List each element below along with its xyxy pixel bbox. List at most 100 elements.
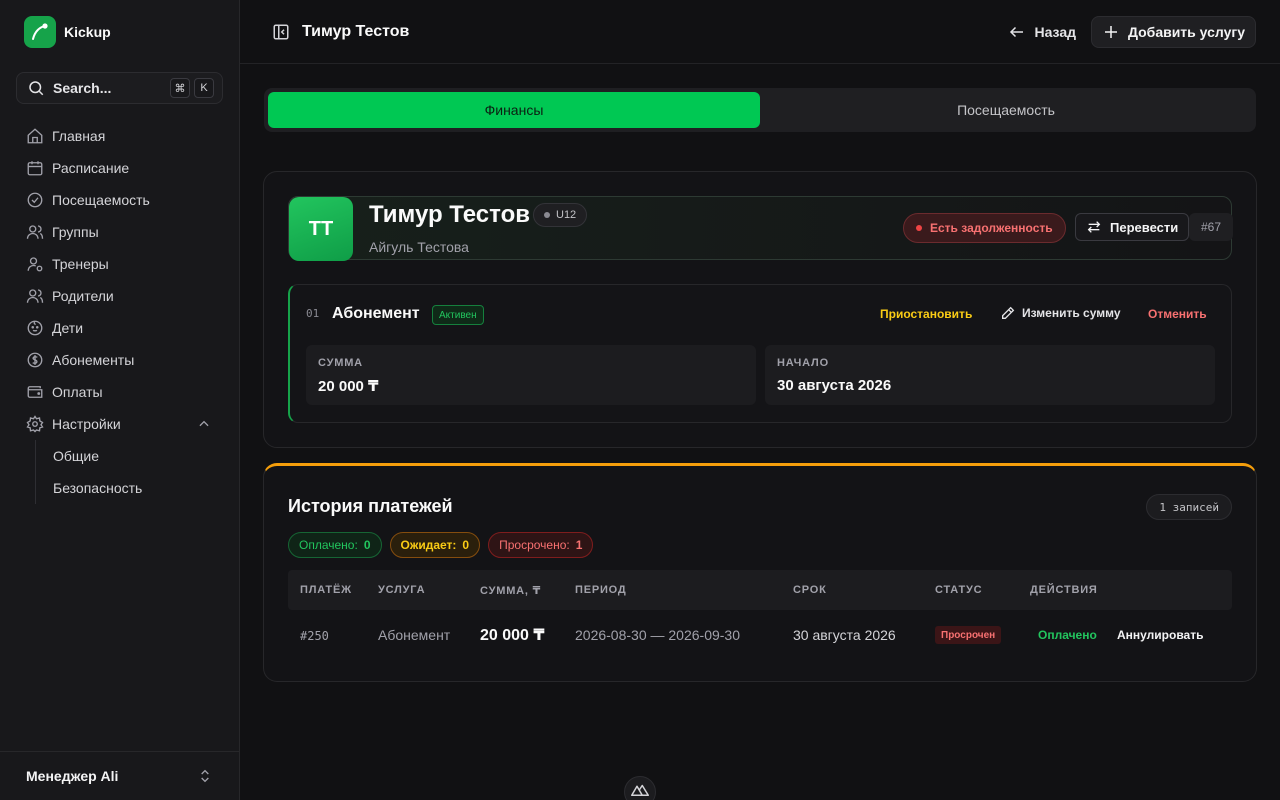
payment-history-card: История платежей 1 записей Оплачено: 0 О… xyxy=(263,463,1257,682)
settings-subnav: Общие Безопасность xyxy=(35,440,223,504)
amount-field: СУММА 20 000 ₸ xyxy=(306,345,756,405)
start-field: НАЧАЛО 30 августа 2026 xyxy=(765,345,1215,405)
parent-name: Айгуль Тестова xyxy=(369,239,469,255)
payment-id: #250 xyxy=(300,629,329,643)
sidebar: Kickup Search... ⌘ K Главная Расписание … xyxy=(0,0,240,800)
sidebar-item-settings[interactable]: Настройки xyxy=(16,408,223,440)
arrows-swap-icon xyxy=(1087,221,1101,233)
overdue-value: 1 xyxy=(575,538,583,552)
column-header: СРОК xyxy=(793,584,827,596)
amount-value: 20 000 ₸ xyxy=(318,378,379,395)
sidebar-item-label: Дети xyxy=(52,320,84,336)
shortcut-key-cmd: ⌘ xyxy=(170,78,190,98)
add-service-button[interactable]: Добавить услугу xyxy=(1090,16,1256,48)
table-row: #250 Абонемент 20 000 ₸ 2026-08-30 — 202… xyxy=(288,610,1232,660)
column-header: УСЛУГА xyxy=(378,584,426,596)
column-header: ДЕЙСТВИЯ xyxy=(1030,584,1098,596)
subscription-index: 01 xyxy=(306,307,320,320)
sidebar-item-schedule[interactable]: Расписание xyxy=(16,152,223,184)
user-menu[interactable]: Менеджер Ali xyxy=(0,751,239,800)
sidebar-item-label: Родители xyxy=(52,288,114,304)
user-name: Менеджер Ali xyxy=(26,768,119,784)
sidebar-subitem-security[interactable]: Безопасность xyxy=(53,472,223,504)
student-name: Тимур Тестов xyxy=(369,201,530,228)
arrow-left-icon xyxy=(1010,26,1024,38)
pending-value: 0 xyxy=(462,538,470,552)
status-badge: Просрочен xyxy=(935,626,1002,644)
add-service-label: Добавить услугу xyxy=(1127,24,1245,40)
mark-paid-button[interactable]: Оплачено xyxy=(1038,628,1097,642)
subscription-name: Абонемент xyxy=(332,305,420,322)
chevron-up-icon[interactable] xyxy=(197,417,211,431)
brand[interactable]: Kickup xyxy=(24,16,111,48)
column-header: ПЕРИОД xyxy=(575,584,627,596)
overdue-chip[interactable]: Просрочено: 1 xyxy=(488,532,594,558)
sidebar-item-label: Группы xyxy=(52,224,99,240)
student-id: #67 xyxy=(1189,213,1234,241)
status-dot xyxy=(916,225,922,231)
profile-header: ТТ Тимур Тестов U12 Айгуль Тестова Есть … xyxy=(288,196,1234,261)
start-value: 30 августа 2026 xyxy=(777,377,892,394)
sidebar-item-payments[interactable]: Оплаты xyxy=(16,376,223,408)
sidebar-item-label: Оплаты xyxy=(52,384,103,400)
paid-chip[interactable]: Оплачено: 0 xyxy=(288,532,382,558)
calendar-icon xyxy=(27,161,43,176)
sidebar-item-home[interactable]: Главная xyxy=(16,120,223,152)
pending-chip[interactable]: Ожидает: 0 xyxy=(389,532,481,558)
cancel-subscription-button[interactable]: Отменить xyxy=(1148,307,1207,321)
back-button[interactable]: Назад xyxy=(1008,16,1076,48)
edit-amount-label: Изменить сумму xyxy=(1022,306,1121,320)
payment-due: 30 августа 2026 xyxy=(793,627,896,643)
plus-icon xyxy=(1104,26,1117,38)
users-icon xyxy=(26,225,44,239)
debt-status-badge: Есть задолженность xyxy=(903,213,1066,243)
payment-amount: 20 000 ₸ xyxy=(480,627,545,644)
column-header: СУММА, ₸ xyxy=(480,585,542,597)
sidebar-toggle-icon[interactable] xyxy=(272,23,290,41)
sidebar-subitem-general[interactable]: Общие xyxy=(53,440,223,472)
baby-icon xyxy=(27,320,43,336)
sidebar-item-label: Посещаемость xyxy=(52,192,150,208)
payment-history-title: История платежей xyxy=(288,496,453,516)
user-cog-icon xyxy=(27,257,43,272)
column-header: ПЛАТЁЖ xyxy=(300,584,352,596)
paid-value: 0 xyxy=(363,538,371,552)
age-group-badge: U12 xyxy=(533,203,588,227)
void-payment-button[interactable]: Аннулировать xyxy=(1117,628,1203,642)
home-icon xyxy=(27,128,43,144)
pencil-icon xyxy=(1002,306,1015,319)
payment-service: Абонемент xyxy=(378,627,451,643)
overdue-label: Просрочено: xyxy=(499,538,570,552)
kickup-logo-icon xyxy=(24,16,56,48)
sidebar-item-label: Расписание xyxy=(52,160,130,176)
payment-period: 2026-08-30 — 2026-09-30 xyxy=(575,627,741,643)
tab-finance[interactable]: Финансы xyxy=(268,92,760,128)
pause-button[interactable]: Приостановить xyxy=(880,307,972,321)
sidebar-nav: Главная Расписание Посещаемость Группы Т… xyxy=(16,120,223,504)
payment-summary: Оплачено: 0 Ожидает: 0 Просрочено: 1 xyxy=(288,532,594,558)
sidebar-item-groups[interactable]: Группы xyxy=(16,216,223,248)
sidebar-item-label: Настройки xyxy=(52,416,121,432)
records-count: 1 записей xyxy=(1146,494,1232,520)
transfer-button[interactable]: Перевести xyxy=(1075,213,1190,241)
avatar: ТТ xyxy=(289,197,353,261)
check-circle-icon xyxy=(27,192,43,208)
gear-icon xyxy=(26,415,44,433)
shortcut-key-k: K xyxy=(194,78,214,98)
sidebar-item-label: Тренеры xyxy=(52,256,109,272)
devtools-logo-icon[interactable] xyxy=(624,776,656,800)
age-group-label: U12 xyxy=(556,209,577,221)
sidebar-item-children[interactable]: Дети xyxy=(16,312,223,344)
page-title: Тимур Тестов xyxy=(302,22,410,40)
tab-attendance[interactable]: Посещаемость xyxy=(760,92,1252,128)
search-box[interactable]: Search... ⌘ K xyxy=(16,72,223,104)
sidebar-item-parents[interactable]: Родители xyxy=(16,280,223,312)
start-label: НАЧАЛО xyxy=(777,357,829,369)
back-label: Назад xyxy=(1034,24,1076,40)
subscription-card: 01 Абонемент Активен Приостановить Измен… xyxy=(288,284,1232,423)
sidebar-item-attendance[interactable]: Посещаемость xyxy=(16,184,223,216)
debt-status-label: Есть задолженность xyxy=(930,221,1053,235)
sidebar-item-coaches[interactable]: Тренеры xyxy=(16,248,223,280)
edit-amount-button[interactable]: Изменить сумму xyxy=(1000,305,1121,321)
sidebar-item-subscriptions[interactable]: Абонементы xyxy=(16,344,223,376)
